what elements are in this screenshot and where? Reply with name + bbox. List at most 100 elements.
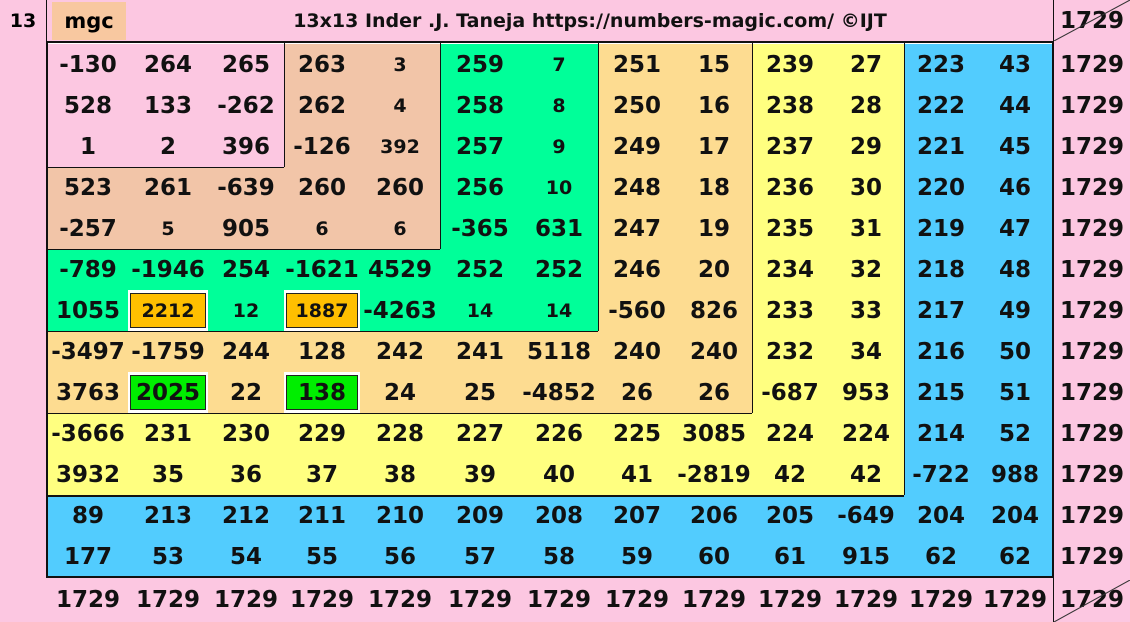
- grid-cell: 264: [128, 44, 208, 85]
- grid-cell: 257: [440, 126, 520, 167]
- section-border: [904, 41, 905, 495]
- column-sum: 1729: [367, 587, 432, 613]
- row-sum: 1729: [1059, 420, 1124, 447]
- grid-cell: 211: [284, 495, 360, 536]
- column-sum: 1729: [833, 587, 898, 613]
- grid-cell: 128: [284, 331, 360, 372]
- grid-cell: 231: [128, 413, 208, 454]
- grid-cell: 29: [828, 126, 904, 167]
- column-sum: 1729: [681, 587, 746, 613]
- grid-cell: 1887: [295, 299, 349, 322]
- column-sum: 1729: [135, 587, 200, 613]
- grid-cell: 37: [284, 454, 360, 495]
- grid-cell: 215: [904, 372, 978, 413]
- grid-cell: 133: [128, 85, 208, 126]
- diagonal-mark: [1054, 580, 1130, 622]
- grid-cell: 51: [978, 372, 1052, 413]
- grid-cell: -1621: [284, 249, 360, 290]
- grid-cell: 5: [128, 208, 208, 249]
- grid-cell: 216: [904, 331, 978, 372]
- order-label: 13: [0, 0, 46, 41]
- grid-cell: 234: [752, 249, 828, 290]
- grid-cell: 45: [978, 126, 1052, 167]
- grid-cell: 240: [676, 331, 752, 372]
- grid-cell: 236: [752, 167, 828, 208]
- column-sum: 1729: [213, 587, 278, 613]
- grid-cell: 59: [598, 536, 676, 577]
- grid-cell: 10: [520, 167, 598, 208]
- grid-cell: 3085: [676, 413, 752, 454]
- grid-cell: 12: [208, 290, 284, 331]
- grid-cell: 252: [440, 249, 520, 290]
- grid-cell: 217: [904, 290, 978, 331]
- grid-cell: 235: [752, 208, 828, 249]
- grid-cell: 89: [48, 495, 128, 536]
- grid-cell: 50: [978, 331, 1052, 372]
- grid-cell: 214: [904, 413, 978, 454]
- column-sum: 1729: [526, 587, 591, 613]
- section-border: [48, 331, 598, 332]
- grid-cell: 915: [828, 536, 904, 577]
- grid-cell: -262: [208, 85, 284, 126]
- grid-cell: -649: [828, 495, 904, 536]
- grid-cell: 48: [978, 249, 1052, 290]
- grid-cell: -789: [48, 249, 128, 290]
- grid-cell: 250: [598, 85, 676, 126]
- grid-cell: 210: [360, 495, 440, 536]
- row-sum: 1729: [1059, 215, 1124, 242]
- grid-cell: 254: [208, 249, 284, 290]
- magic-square-sheet: 13 mgc 13x13 Inder .J. Taneja https://nu…: [0, 0, 1130, 622]
- grid-cell: 30: [828, 167, 904, 208]
- grid-cell: 18: [676, 167, 752, 208]
- grid-cell: 240: [598, 331, 676, 372]
- grid-cell: 3763: [48, 372, 128, 413]
- grid-cell: 35: [128, 454, 208, 495]
- section-border: [48, 167, 284, 168]
- section-border: [752, 41, 753, 413]
- grid-cell: 233: [752, 290, 828, 331]
- grid-cell: 9: [520, 126, 598, 167]
- row-sum: 1729: [1059, 256, 1124, 283]
- grid-cell: 248: [598, 167, 676, 208]
- grid-cell: 15: [676, 44, 752, 85]
- grid-cell: -560: [598, 290, 676, 331]
- mgc-label: mgc: [52, 2, 126, 40]
- grid-cell: 208: [520, 495, 598, 536]
- grid-cell: -4852: [520, 372, 598, 413]
- grid-cell: -1946: [128, 249, 208, 290]
- section-border: [46, 41, 1054, 43]
- grid-cell: 4529: [360, 249, 440, 290]
- grid-cell: 396: [208, 126, 284, 167]
- grid-cell: 2025: [135, 379, 200, 406]
- grid-cell: -365: [440, 208, 520, 249]
- grid-cell: 3932: [48, 454, 128, 495]
- grid-cell: 31: [828, 208, 904, 249]
- section-border: [46, 576, 1054, 578]
- grid-cell: 631: [520, 208, 598, 249]
- diagonal-mark: [1054, 0, 1130, 41]
- grid-cell: -130: [48, 44, 128, 85]
- grid-cell: 26: [676, 372, 752, 413]
- grid-cell: 26: [598, 372, 676, 413]
- row-sum: 1729: [1059, 379, 1124, 406]
- grid-cell: 230: [208, 413, 284, 454]
- grid-cell: 256: [440, 167, 520, 208]
- grid-cell: 2: [128, 126, 208, 167]
- grid-cell: 33: [828, 290, 904, 331]
- grid-cell: 220: [904, 167, 978, 208]
- section-border: [440, 41, 441, 249]
- grid-cell: 206: [676, 495, 752, 536]
- grid-cell: 46: [978, 167, 1052, 208]
- grid-cell: 204: [904, 495, 978, 536]
- grid-cell: 2212: [141, 299, 195, 322]
- grid-cell: 251: [598, 44, 676, 85]
- grid-cell: 953: [828, 372, 904, 413]
- grid-cell: 32: [828, 249, 904, 290]
- column-sum: 1729: [447, 587, 512, 613]
- grid-cell: 28: [828, 85, 904, 126]
- grid-cell: 38: [360, 454, 440, 495]
- grid-cell: 43: [978, 44, 1052, 85]
- grid-cell: 204: [978, 495, 1052, 536]
- grid-cell: 261: [128, 167, 208, 208]
- grid-cell: 229: [284, 413, 360, 454]
